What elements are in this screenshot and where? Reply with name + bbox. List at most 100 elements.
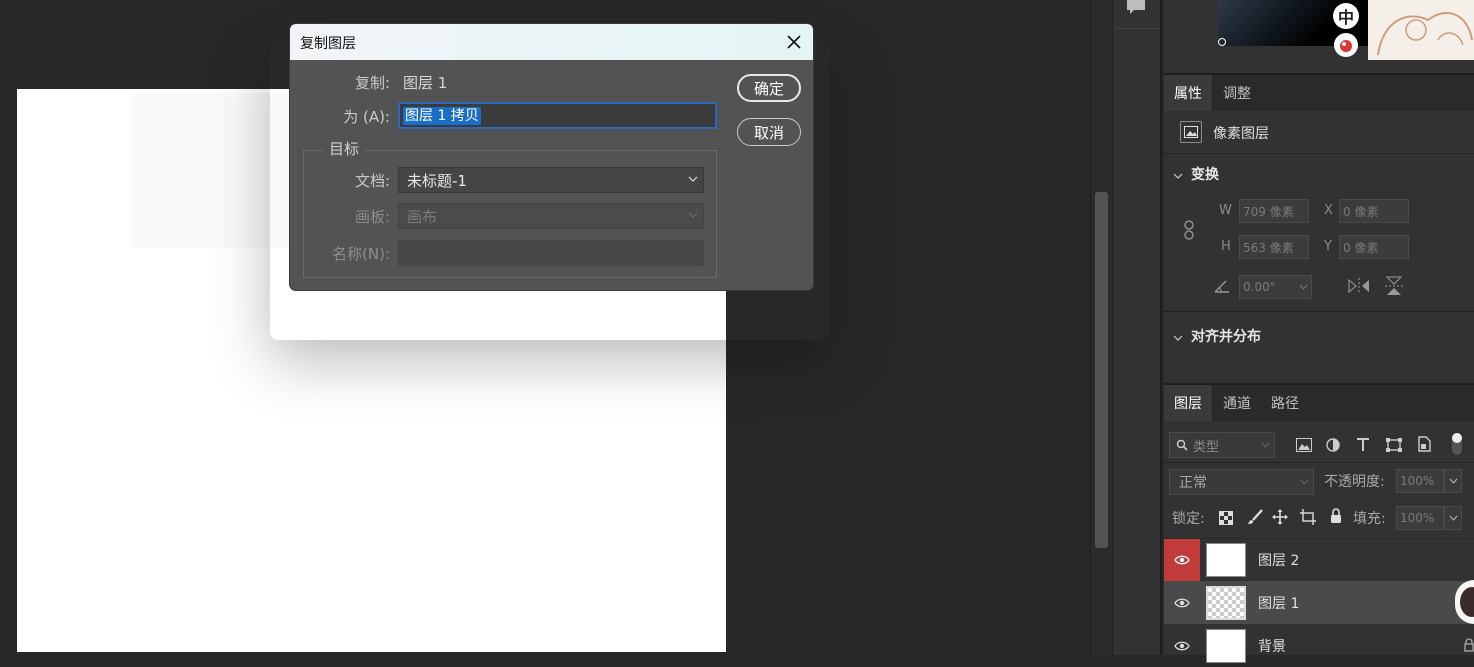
filter-smart-object-icon[interactable]: [1417, 436, 1431, 456]
filter-adjustment-icon[interactable]: [1326, 437, 1340, 456]
align-collapse-toggle[interactable]: [1173, 328, 1183, 347]
panel-icon-strip: [1112, 0, 1162, 655]
align-distribute-title: 对齐并分布: [1191, 329, 1261, 345]
link-dimensions-icon[interactable]: [1182, 220, 1196, 244]
ime-mode-indicator[interactable]: 中: [1333, 3, 1359, 29]
duplicate-layer-dialog: 复制图层 复制: 图层 1 为 (A): 图层 1 拷贝 确定 取消 目标 文档…: [289, 23, 814, 291]
opacity-label: 不透明度:: [1324, 474, 1385, 490]
layer-row[interactable]: 背景: [1164, 624, 1474, 667]
cancel-button[interactable]: 取消: [737, 118, 801, 146]
chevron-down-icon: [688, 212, 698, 218]
chevron-down-icon: [1173, 173, 1183, 179]
dialog-title: 复制图层: [300, 36, 356, 52]
chevron-down-icon: [1300, 479, 1309, 485]
layer-filter-dropdown[interactable]: 类型: [1169, 432, 1275, 458]
transform-collapse-toggle[interactable]: [1173, 166, 1183, 185]
eye-icon: [1174, 641, 1190, 650]
name-input: [398, 240, 704, 266]
opacity-field[interactable]: 100%: [1396, 469, 1444, 493]
properties-tabbar: 属性 调整: [1164, 75, 1474, 111]
document-label: 文档:: [354, 172, 390, 190]
tab-paths[interactable]: 路径: [1261, 385, 1309, 421]
chevron-down-icon: [1261, 442, 1270, 448]
lock-all-icon[interactable]: [1330, 508, 1342, 528]
y-label: Y: [1324, 239, 1332, 254]
strip-divider: [1116, 28, 1160, 29]
width-label: W: [1219, 203, 1232, 218]
opacity-slider-toggle[interactable]: [1444, 469, 1462, 493]
lock-transparent-icon[interactable]: [1219, 510, 1233, 529]
fill-field[interactable]: 100%: [1396, 506, 1444, 530]
as-label: 为 (A):: [343, 108, 390, 126]
layer-name: 图层 1: [1258, 595, 1300, 612]
height-label: H: [1221, 239, 1231, 254]
height-field[interactable]: 563 像素: [1239, 235, 1309, 259]
x-label: X: [1324, 203, 1333, 218]
angle-icon: [1214, 278, 1230, 297]
artboard-label: 画板:: [354, 208, 390, 226]
lock-label: 锁定:: [1172, 511, 1205, 527]
decorative-sticker-image: [1368, 0, 1474, 60]
y-field[interactable]: 0 像素: [1339, 235, 1409, 259]
blend-mode-value: 正常: [1179, 475, 1207, 491]
artboard-select: 画布: [398, 203, 704, 229]
ok-button[interactable]: 确定: [737, 74, 801, 102]
layer-visibility-toggle[interactable]: [1164, 538, 1200, 582]
layer-thumbnail: [1206, 628, 1246, 663]
blend-mode-dropdown[interactable]: 正常: [1169, 469, 1314, 495]
layer-row-selected[interactable]: 图层 1: [1164, 581, 1474, 624]
chevron-down-icon: [688, 176, 698, 182]
tab-layers[interactable]: 图层: [1164, 385, 1213, 421]
dialog-titlebar[interactable]: [290, 24, 813, 60]
transform-title: 变换: [1191, 167, 1219, 183]
ime-mode-label: 中: [1337, 8, 1354, 27]
color-picker-cursor: [1218, 38, 1226, 46]
filter-type-icon[interactable]: [1356, 437, 1370, 456]
angle-value: 0.00°: [1243, 280, 1276, 294]
filter-toggle-switch[interactable]: [1452, 433, 1462, 455]
section-divider: [1164, 153, 1474, 154]
as-name-input[interactable]: 图层 1 拷贝: [398, 102, 717, 129]
lock-pixels-brush-icon[interactable]: [1247, 509, 1263, 529]
tab-adjustments[interactable]: 调整: [1213, 75, 1261, 111]
duplicate-source-value: 图层 1: [403, 74, 448, 92]
layer-name: 图层 2: [1258, 553, 1300, 569]
document-select[interactable]: 未标题-1: [398, 167, 704, 193]
comment-icon[interactable]: [1126, 0, 1146, 16]
target-group-label: 目标: [324, 138, 365, 159]
layer-thumbnail: [1206, 585, 1246, 620]
section-divider: [1164, 462, 1474, 463]
layer-visibility-toggle[interactable]: [1164, 624, 1200, 667]
eye-icon: [1174, 555, 1190, 565]
chevron-down-icon: [1449, 478, 1457, 484]
filter-shape-icon[interactable]: [1386, 437, 1402, 456]
artboard-select-value: 画布: [407, 207, 438, 226]
layer-type-label: 像素图层: [1213, 126, 1269, 142]
layer-row[interactable]: 图层 2: [1164, 538, 1474, 582]
x-field[interactable]: 0 像素: [1339, 199, 1409, 223]
document-select-value: 未标题-1: [407, 171, 467, 190]
layers-tabbar: 图层 通道 路径: [1164, 385, 1474, 421]
width-field[interactable]: 709 像素: [1239, 199, 1309, 223]
layer-visibility-toggle[interactable]: [1164, 581, 1200, 624]
fill-label: 填充:: [1353, 511, 1386, 527]
ime-skin-icon[interactable]: [1334, 33, 1358, 57]
angle-field[interactable]: 0.00°: [1239, 275, 1312, 299]
scrollbar-thumb[interactable]: [1095, 192, 1108, 548]
fill-slider-toggle[interactable]: [1444, 506, 1462, 530]
tab-channels[interactable]: 通道: [1213, 385, 1261, 421]
pixel-layer-icon: [1180, 121, 1202, 143]
duplicate-label: 复制:: [354, 74, 390, 92]
layer-thumbnail: [1206, 543, 1246, 577]
search-icon: [1176, 439, 1188, 451]
lock-position-move-icon[interactable]: [1272, 509, 1288, 529]
name-label: 名称(N):: [332, 245, 390, 263]
flip-vertical-icon[interactable]: [1385, 276, 1403, 300]
tab-properties[interactable]: 属性: [1164, 75, 1213, 111]
flip-horizontal-icon[interactable]: [1348, 278, 1370, 298]
lock-artboard-icon[interactable]: [1300, 509, 1316, 529]
layer-filter-placeholder: 类型: [1193, 439, 1220, 455]
close-button[interactable]: [784, 32, 804, 52]
filter-pixel-icon[interactable]: [1296, 437, 1312, 456]
close-icon: [787, 35, 801, 49]
